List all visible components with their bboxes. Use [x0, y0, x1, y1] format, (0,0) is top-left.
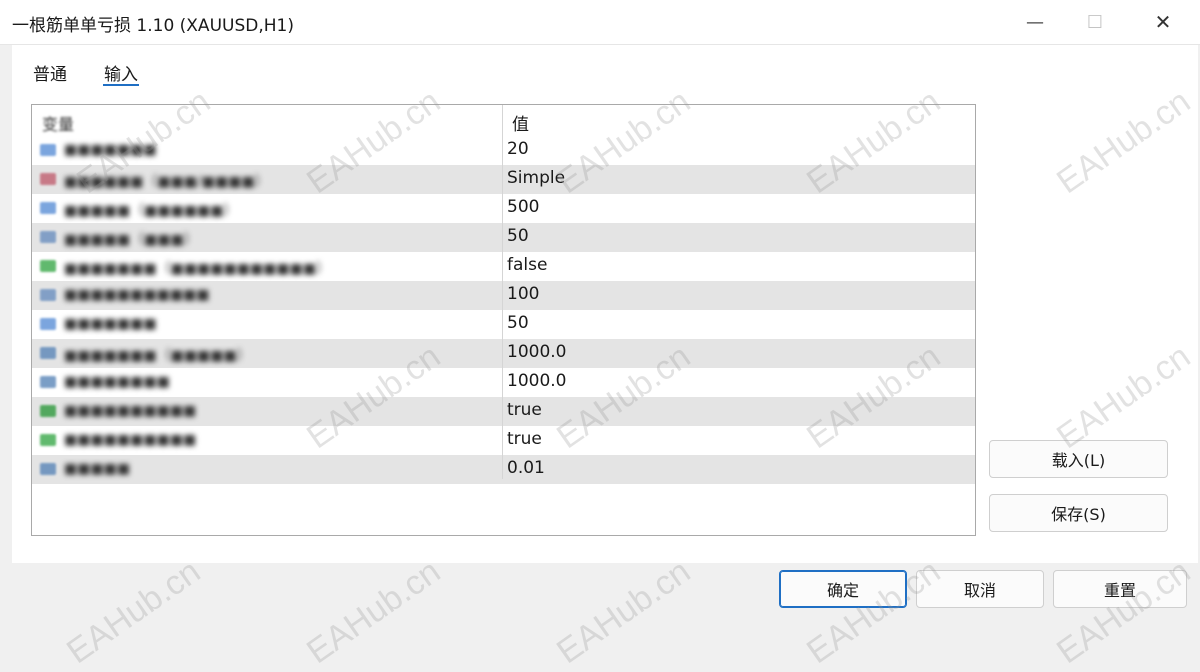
double-icon: [40, 376, 56, 388]
table-row[interactable]: ■■■■■■■■ 1000.0: [32, 368, 975, 397]
title-bar: 一根筋单单亏损 1.10 (XAUUSD,H1) — ☐ ✕: [0, 0, 1200, 45]
variable-cell: ■■■■■（■■■■■■）: [32, 194, 502, 223]
variable-cell: ■■■■■■■: [32, 136, 502, 165]
load-button[interactable]: 载入(L): [989, 440, 1168, 478]
value-cell[interactable]: 1000.0: [507, 342, 566, 362]
variable-name-redacted: ■■■■■■（■■■/■■■■）: [64, 174, 269, 190]
close-icon: ✕: [1154, 10, 1172, 34]
boolean-icon: [40, 405, 56, 417]
close-button[interactable]: ✕: [1140, 0, 1186, 44]
variable-cell: ■■■■■■■（■■■■■■■■■■■）: [32, 252, 502, 281]
table-row[interactable]: ■■■■■■■■■■■ 100: [32, 281, 975, 310]
minimize-button[interactable]: —: [1012, 0, 1058, 44]
column-divider[interactable]: [502, 105, 503, 479]
variable-cell: ■■■■■（■■■）: [32, 223, 502, 252]
enum-icon: [40, 173, 56, 185]
table-row[interactable]: ■■■■■（■■■） 50: [32, 223, 975, 252]
table-row[interactable]: ■■■■■■（■■■/■■■■） Simple: [32, 165, 975, 194]
tab-inputs[interactable]: 输入: [104, 60, 138, 85]
variable-name-redacted: ■■■■■■■（■■■■■■■■■■■）: [64, 261, 331, 277]
boolean-icon: [40, 260, 56, 272]
minimize-icon: —: [1026, 11, 1044, 33]
value-cell[interactable]: 50: [507, 313, 529, 333]
value-cell[interactable]: 50: [507, 226, 529, 246]
value-cell[interactable]: true: [507, 429, 542, 449]
reset-button[interactable]: 重置: [1053, 570, 1187, 608]
variable-name-redacted: ■■■■■（■■■■■■）: [64, 203, 238, 219]
watermark-text: EAHub.cn: [550, 552, 698, 672]
integer-icon: [40, 144, 56, 156]
table-row[interactable]: ■■■■■■■（■■■■■■■■■■■） false: [32, 252, 975, 281]
table-row[interactable]: ■■■■■（■■■■■■） 500: [32, 194, 975, 223]
selected-tab-indicator: [103, 84, 139, 86]
table-row[interactable]: ■■■■■ 0.01: [32, 455, 975, 484]
watermark-text: EAHub.cn: [60, 552, 208, 672]
inputs-table[interactable]: 变量 值 ■■■■■■■ 20 ■■■■■■（■■■/■■■■） Simple ■■■■…: [31, 104, 976, 536]
boolean-icon: [40, 434, 56, 446]
integer-icon: [40, 231, 56, 243]
variable-name-redacted: ■■■■■■■（■■■■■）: [64, 348, 251, 364]
integer-icon: [40, 318, 56, 330]
variable-cell: ■■■■■■■■■■: [32, 426, 502, 455]
variable-name-redacted: ■■■■■■■■■■: [64, 432, 197, 448]
variable-cell: ■■■■■: [32, 455, 502, 484]
variable-name-redacted: ■■■■■: [64, 461, 131, 477]
variable-name-redacted: ■■■■■（■■■）: [64, 232, 198, 248]
double-icon: [40, 347, 56, 359]
variable-cell: ■■■■■■■（■■■■■）: [32, 339, 502, 368]
table-row[interactable]: ■■■■■■■ 20: [32, 136, 975, 165]
variable-cell: ■■■■■■■■: [32, 368, 502, 397]
ok-button[interactable]: 确定: [779, 570, 907, 608]
variable-name-redacted: ■■■■■■■: [64, 142, 157, 158]
value-cell[interactable]: Simple: [507, 168, 565, 188]
cancel-button[interactable]: 取消: [916, 570, 1044, 608]
value-cell[interactable]: 500: [507, 197, 539, 217]
value-cell[interactable]: false: [507, 255, 547, 275]
variable-name-redacted: ■■■■■■■■■■: [64, 403, 197, 419]
tab-common[interactable]: 普通: [33, 60, 67, 85]
watermark-text: EAHub.cn: [300, 552, 448, 672]
value-cell[interactable]: 0.01: [507, 458, 545, 478]
variable-name-redacted: ■■■■■■■■■■■: [64, 287, 210, 303]
variable-cell: ■■■■■■■■■■■: [32, 281, 502, 310]
variable-cell: ■■■■■■■■■■: [32, 397, 502, 426]
table-header: 变量 值: [32, 105, 975, 135]
header-variable[interactable]: 变量: [42, 111, 74, 135]
table-row[interactable]: ■■■■■■■■■■ true: [32, 426, 975, 455]
value-cell[interactable]: 100: [507, 284, 539, 304]
double-icon: [40, 463, 56, 475]
variable-name-redacted: ■■■■■■■■: [64, 374, 170, 390]
maximize-icon: ☐: [1086, 11, 1104, 33]
variable-name-redacted: ■■■■■■■: [64, 316, 157, 332]
value-cell[interactable]: 1000.0: [507, 371, 566, 391]
table-row[interactable]: ■■■■■■■（■■■■■） 1000.0: [32, 339, 975, 368]
variable-cell: ■■■■■■■: [32, 310, 502, 339]
window-title: 一根筋单单亏损 1.10 (XAUUSD,H1): [12, 16, 294, 36]
save-button[interactable]: 保存(S): [989, 494, 1168, 532]
integer-icon: [40, 202, 56, 214]
variable-cell: ■■■■■■（■■■/■■■■）: [32, 165, 502, 194]
header-value[interactable]: 值: [512, 110, 529, 135]
value-cell[interactable]: 20: [507, 139, 529, 159]
maximize-button[interactable]: ☐: [1072, 0, 1118, 44]
table-row[interactable]: ■■■■■■■■■■ true: [32, 397, 975, 426]
integer-icon: [40, 289, 56, 301]
table-row[interactable]: ■■■■■■■ 50: [32, 310, 975, 339]
value-cell[interactable]: true: [507, 400, 542, 420]
